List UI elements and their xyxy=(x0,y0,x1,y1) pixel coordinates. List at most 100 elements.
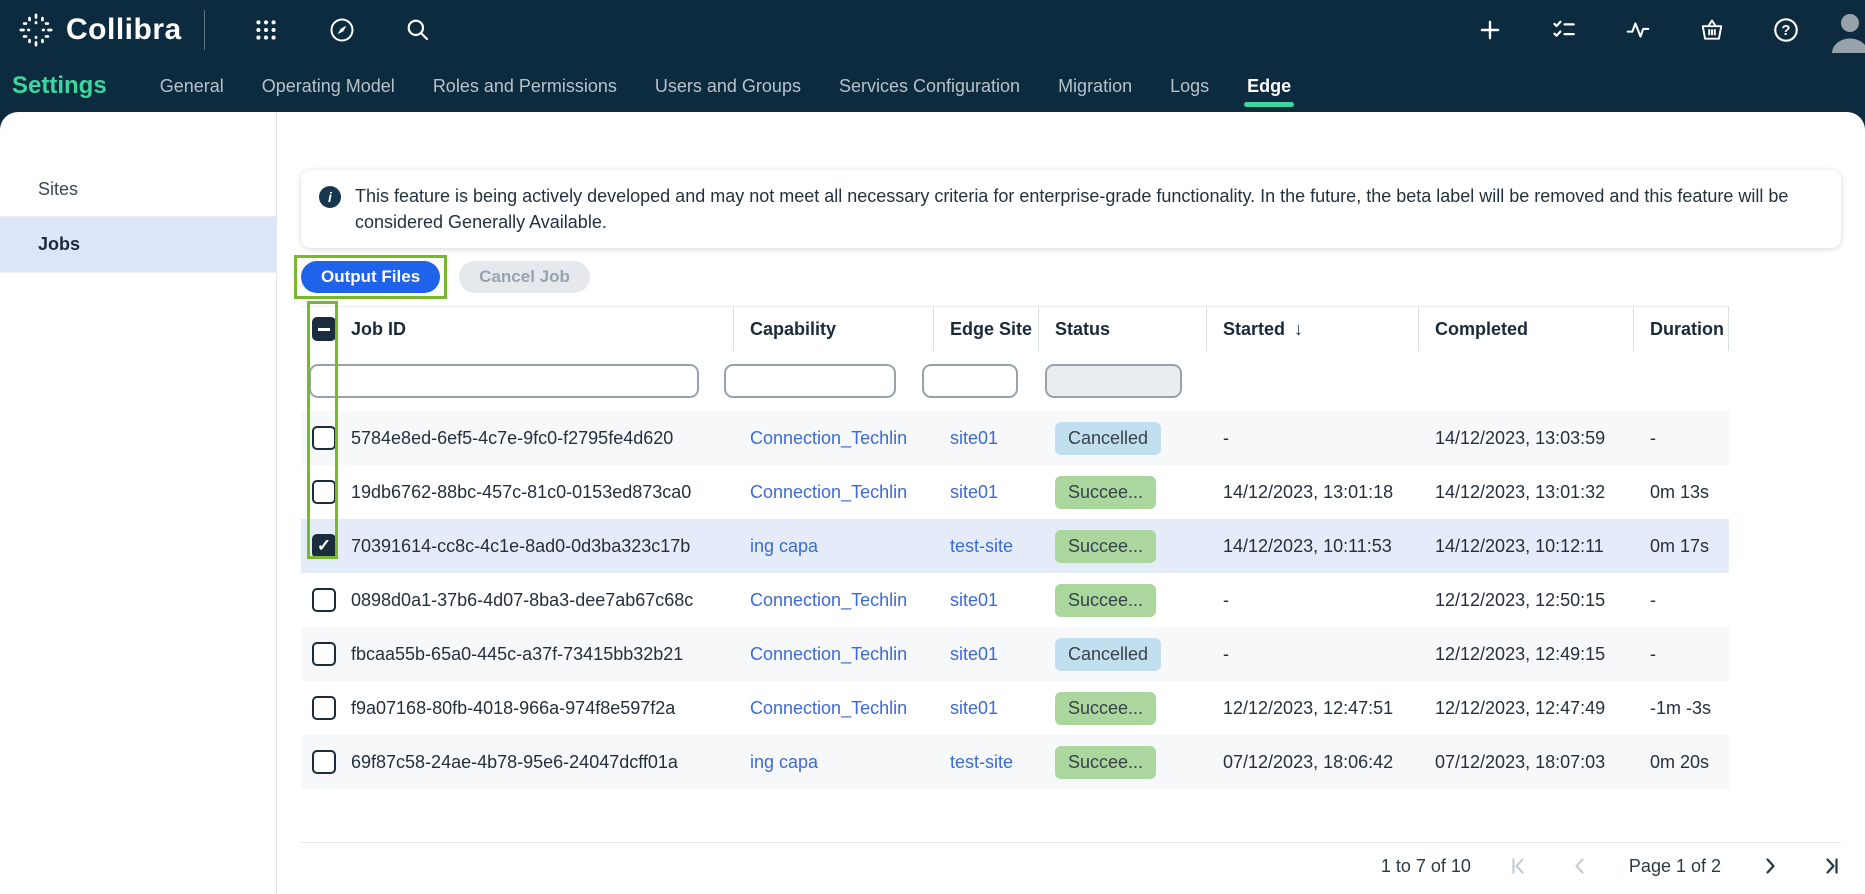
capability-cell: Connection_Techlin xyxy=(734,590,934,611)
apps-grid-icon[interactable] xyxy=(251,15,281,45)
table-row[interactable]: f9a07168-80fb-4018-966a-974f8e597f2a Conn… xyxy=(301,681,1729,735)
jobs-table: Job IDCapabilityEdge SiteStatusStarted↓C… xyxy=(301,306,1729,789)
duration-cell: 0m 17s xyxy=(1634,536,1729,557)
column-header-capability[interactable]: Capability xyxy=(734,307,934,351)
tasks-icon[interactable] xyxy=(1549,15,1579,45)
help-icon[interactable]: ? xyxy=(1771,15,1801,45)
capability-link[interactable]: Connection_Techlin xyxy=(750,428,934,449)
info-icon: i xyxy=(319,186,341,208)
capability-link[interactable]: ing capa xyxy=(750,752,934,773)
tab-general[interactable]: General xyxy=(141,60,243,112)
job-id-cell: f9a07168-80fb-4018-966a-974f8e597f2a xyxy=(349,698,734,719)
edge-site-link[interactable]: site01 xyxy=(950,644,1039,665)
edge-site-cell: site01 xyxy=(934,482,1039,503)
status-badge: Cancelled xyxy=(1055,638,1161,671)
row-checkbox[interactable] xyxy=(312,426,336,450)
basket-icon[interactable] xyxy=(1697,15,1727,45)
previous-page-icon[interactable] xyxy=(1569,855,1591,877)
table-row[interactable]: 0898d0a1-37b6-4d07-8ba3-dee7ab67c68cConn… xyxy=(301,573,1729,627)
capability-cell: Connection_Techlin xyxy=(734,644,934,665)
capability-link[interactable]: Connection_Techlin xyxy=(750,644,934,665)
sidebar-item-sites[interactable]: Sites xyxy=(0,163,276,217)
tab-migration[interactable]: Migration xyxy=(1039,60,1151,112)
row-checkbox[interactable] xyxy=(312,534,336,558)
user-avatar[interactable] xyxy=(1827,7,1865,53)
sidebar-item-jobs[interactable]: Jobs xyxy=(0,217,276,273)
select-all-cell xyxy=(301,307,349,351)
capability-cell: Connection_Techlin xyxy=(734,698,934,719)
collibra-logo[interactable]: Collibra xyxy=(18,12,182,48)
capability-link[interactable]: Connection_Techlin xyxy=(750,590,934,611)
first-page-icon[interactable] xyxy=(1509,855,1531,877)
row-checkbox[interactable] xyxy=(312,642,336,666)
job-id-cell: 19db6762-88bc-457c-81c0-0153ed873ca0 xyxy=(349,482,734,503)
capability-filter-input[interactable] xyxy=(724,364,896,398)
job-id-cell: 70391614-cc8c-4c1e-8ad0-0d3ba323c17b xyxy=(349,536,734,557)
beta-info-banner: i This feature is being actively develop… xyxy=(301,170,1841,248)
row-checkbox[interactable] xyxy=(312,588,336,612)
capability-link[interactable]: Connection_Techlin xyxy=(750,698,934,719)
table-row[interactable]: 19db6762-88bc-457c-81c0-0153ed873ca0 Conn… xyxy=(301,465,1729,519)
edge-site-cell: site01 xyxy=(934,644,1039,665)
row-checkbox[interactable] xyxy=(312,480,336,504)
capability-link[interactable]: ing capa xyxy=(750,536,934,557)
row-select-cell xyxy=(301,534,349,558)
table-body: 5784e8ed-6ef5-4c7e-9fc0-f2795fe4d620Conn… xyxy=(301,411,1729,789)
table-filter-row xyxy=(301,351,1729,411)
status-cell: Cancelled xyxy=(1039,422,1207,455)
status-filter-input[interactable] xyxy=(1045,364,1182,398)
edge-site-link[interactable]: site01 xyxy=(950,698,1039,719)
job-id-filter-input[interactable] xyxy=(309,364,699,398)
capability-link[interactable]: Connection_Techlin xyxy=(750,482,934,503)
select-all-checkbox[interactable] xyxy=(312,317,336,341)
edge-site-filter-input[interactable] xyxy=(922,364,1018,398)
tab-edge[interactable]: Edge xyxy=(1228,60,1310,112)
plus-icon[interactable] xyxy=(1475,15,1505,45)
edge-site-link[interactable]: site01 xyxy=(950,590,1039,611)
column-header-status[interactable]: Status xyxy=(1039,307,1207,351)
row-select-cell xyxy=(301,696,349,720)
edge-site-link[interactable]: site01 xyxy=(950,428,1039,449)
edge-site-link[interactable]: test-site xyxy=(950,752,1039,773)
table-row[interactable]: 69f87c58-24ae-4b78-95e6-24047dcff01a ing … xyxy=(301,735,1729,789)
settings-tabs: GeneralOperating ModelRoles and Permissi… xyxy=(141,60,1310,112)
table-row[interactable]: 5784e8ed-6ef5-4c7e-9fc0-f2795fe4d620Conn… xyxy=(301,411,1729,465)
status-badge: Succee... xyxy=(1055,692,1156,725)
pagination: 1 to 7 of 10 Page 1 of 2 xyxy=(301,843,1841,889)
status-cell: Cancelled xyxy=(1039,638,1207,671)
started-cell: 07/12/2023, 18:06:42 xyxy=(1207,752,1419,773)
table-row[interactable]: 70391614-cc8c-4c1e-8ad0-0d3ba323c17b ing … xyxy=(301,519,1729,573)
column-header-duration[interactable]: Duration xyxy=(1634,307,1729,351)
status-cell: Succee... xyxy=(1039,746,1207,779)
jobs-page: i This feature is being actively develop… xyxy=(277,112,1865,894)
row-checkbox[interactable] xyxy=(312,750,336,774)
next-page-icon[interactable] xyxy=(1759,855,1781,877)
column-header-completed[interactable]: Completed xyxy=(1419,307,1634,351)
duration-cell: - xyxy=(1634,644,1729,665)
cancel-job-button[interactable]: Cancel Job xyxy=(459,261,590,293)
activity-icon[interactable] xyxy=(1623,15,1653,45)
tab-operating-model[interactable]: Operating Model xyxy=(243,60,414,112)
settings-title: Settings xyxy=(12,72,107,100)
column-header-started[interactable]: Started↓ xyxy=(1207,307,1419,351)
header-divider xyxy=(204,10,205,50)
column-header-job-id[interactable]: Job ID xyxy=(349,307,734,351)
compass-icon[interactable] xyxy=(327,15,357,45)
tab-logs[interactable]: Logs xyxy=(1151,60,1228,112)
table-row[interactable]: fbcaa55b-65a0-445c-a37f-73415bb32b21 Conn… xyxy=(301,627,1729,681)
started-cell: 14/12/2023, 13:01:18 xyxy=(1207,482,1419,503)
row-checkbox[interactable] xyxy=(312,696,336,720)
tab-roles-and-permissions[interactable]: Roles and Permissions xyxy=(414,60,636,112)
started-cell: 12/12/2023, 12:47:51 xyxy=(1207,698,1419,719)
last-page-icon[interactable] xyxy=(1819,855,1841,877)
column-header-edge-site[interactable]: Edge Site xyxy=(934,307,1039,351)
output-files-button[interactable]: Output Files xyxy=(301,261,440,293)
tab-services-configuration[interactable]: Services Configuration xyxy=(820,60,1039,112)
edge-site-link[interactable]: test-site xyxy=(950,536,1039,557)
job-id-cell: fbcaa55b-65a0-445c-a37f-73415bb32b21 xyxy=(349,644,734,665)
tab-users-and-groups[interactable]: Users and Groups xyxy=(636,60,820,112)
edge-site-link[interactable]: site01 xyxy=(950,482,1039,503)
search-icon[interactable] xyxy=(403,15,433,45)
job-id-cell: 69f87c58-24ae-4b78-95e6-24047dcff01a xyxy=(349,752,734,773)
row-select-cell xyxy=(301,588,349,612)
